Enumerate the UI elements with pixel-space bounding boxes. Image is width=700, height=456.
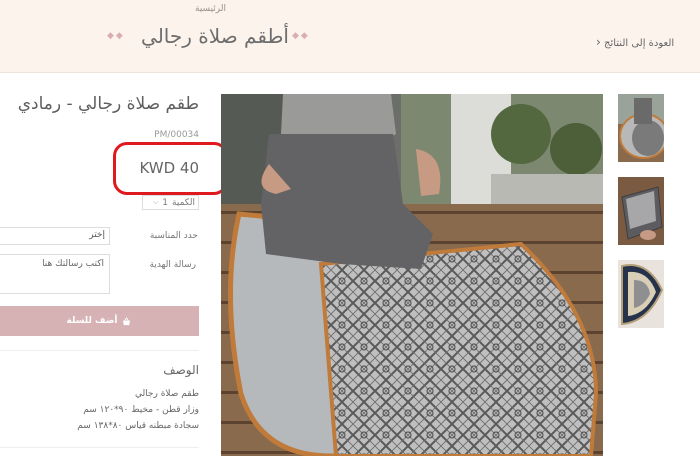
description-title: الوصف — [163, 363, 199, 377]
product-thumbnail[interactable] — [618, 260, 664, 328]
quantity-select[interactable]: الكمية 1 ⌵ — [142, 195, 199, 210]
page-title: أطقم صلاة رجالي — [141, 24, 289, 48]
description-line: طقم صلاة رجالي — [134, 389, 199, 399]
product-sku: PM/00034 — [154, 130, 199, 140]
chevron-down-icon: ⌵ — [152, 198, 159, 206]
description-line: سجادة مبطنه قياس ٨٠*١٣٨ سم — [77, 421, 199, 431]
basket-icon — [122, 316, 130, 325]
occasion-select[interactable]: إختر — [0, 227, 110, 245]
divider — [0, 350, 199, 351]
product-thumbnail[interactable] — [618, 94, 664, 162]
breadcrumb[interactable]: الرئيسية — [195, 4, 226, 14]
description-line: وزار قطن - مخيط ٩٠*١٢٠ سم — [83, 405, 199, 415]
product-thumbnail[interactable] — [618, 177, 664, 245]
quantity-label: الكمية — [172, 197, 195, 208]
back-link-label: العودة إلى النتائج — [604, 38, 675, 49]
quantity-value: 1 — [162, 197, 169, 208]
gift-message-field[interactable]: اكتب رسالتك هنا — [0, 254, 110, 294]
diamond-ornament-icon: ◆◆ — [292, 31, 310, 41]
diamond-ornament-icon: ◆◆ — [107, 31, 125, 41]
back-to-results-link[interactable]: العودة إلى النتائج ‹ — [596, 35, 674, 49]
product-title: طقم صلاة رجالي - رمادي — [17, 94, 199, 114]
add-to-cart-button[interactable]: أضف للسلة — [0, 306, 199, 336]
page-header: الرئيسية ◆◆ أطقم صلاة رجالي ◆◆ العودة إل… — [0, 0, 700, 73]
add-to-cart-label: أضف للسلة — [66, 316, 118, 326]
main-product-image[interactable] — [221, 94, 603, 456]
price-highlight-annotation — [113, 142, 228, 195]
chevron-left-icon: ‹ — [596, 35, 601, 49]
divider — [0, 447, 199, 448]
